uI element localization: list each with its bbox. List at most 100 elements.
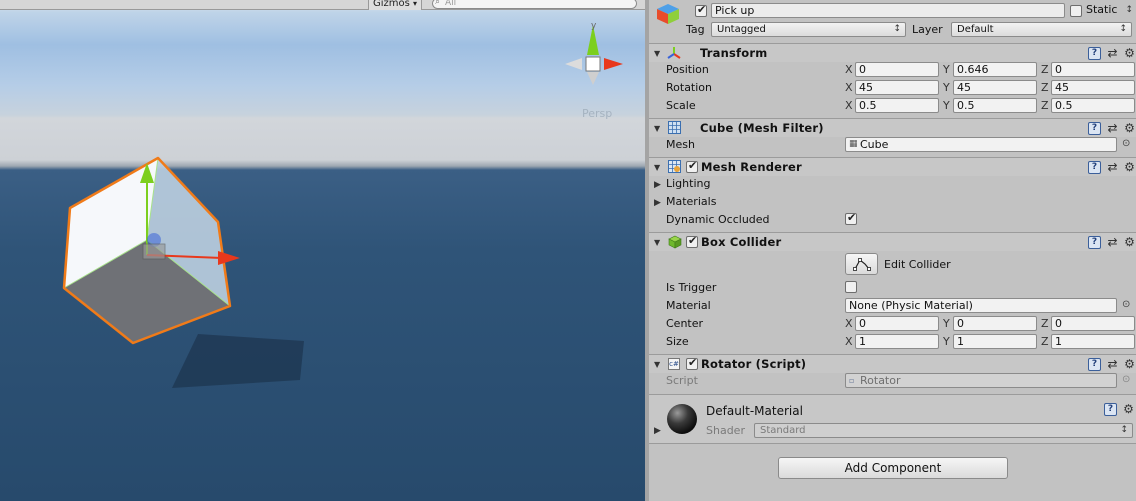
mesh-grid-icon: ▦ [849, 139, 858, 149]
help-icon[interactable]: ? [1088, 47, 1101, 60]
preset-icon[interactable]: ⇄ [1106, 161, 1119, 174]
scene-search-input[interactable]: All [432, 0, 637, 9]
position-z-field[interactable]: 0 [1051, 62, 1135, 77]
mesh-field[interactable]: ▦ Cube [845, 137, 1117, 152]
axis-y-label[interactable]: Y [943, 317, 950, 330]
box-collider-icon [668, 235, 682, 249]
gizmos-dropdown[interactable]: Gizmos ▾ [368, 0, 423, 10]
axis-x-label[interactable]: X [845, 99, 853, 112]
foldout-closed-icon[interactable]: ▶ [654, 180, 661, 190]
transform-icon [667, 47, 681, 59]
center-y-value: 0 [957, 317, 964, 330]
gameobject-active-checkbox[interactable] [695, 3, 707, 17]
axis-z-label[interactable]: Z [1041, 63, 1049, 76]
foldout-closed-icon[interactable]: ▶ [654, 198, 661, 208]
box-collider-header[interactable]: ▼ Box Collider ? ⇄ ⚙ [649, 232, 1136, 251]
scale-z-field[interactable]: 0.5 [1051, 98, 1135, 113]
help-icon[interactable]: ? [1088, 122, 1101, 135]
gizmo-x-arrow[interactable] [218, 251, 240, 265]
axis-y-label[interactable]: Y [943, 335, 950, 348]
edit-collider-label[interactable]: Edit Collider [884, 258, 951, 271]
orientation-gizmo[interactable] [565, 25, 623, 85]
foldout-open-icon[interactable]: ▼ [654, 124, 660, 133]
gear-icon[interactable]: ⚙ [1123, 236, 1136, 249]
transform-header[interactable]: ▼ Transform ? ⇄ ⚙ [649, 43, 1136, 62]
object-picker-icon[interactable]: ⊙ [1122, 138, 1130, 149]
help-icon[interactable]: ? [1088, 358, 1101, 371]
add-component-button[interactable]: Add Component [778, 457, 1008, 479]
gear-icon[interactable]: ⚙ [1123, 47, 1136, 60]
size-label[interactable]: Size [666, 335, 689, 348]
gear-icon[interactable]: ⚙ [1123, 122, 1136, 135]
layer-dropdown[interactable]: Default [951, 22, 1132, 37]
axis-x-label[interactable]: X [845, 317, 853, 330]
mesh-filter-header[interactable]: ▼ Cube (Mesh Filter) ? ⇄ ⚙ [649, 118, 1136, 137]
scale-y-field[interactable]: 0.5 [953, 98, 1037, 113]
size-z-field[interactable]: 1 [1051, 334, 1135, 349]
preset-icon[interactable]: ⇄ [1106, 236, 1119, 249]
static-dropdown[interactable] [1125, 4, 1136, 19]
size-x-field[interactable]: 1 [855, 334, 939, 349]
gear-icon[interactable]: ⚙ [1123, 161, 1136, 174]
scene-view[interactable]: Gizmos ▾ All y Persp [0, 0, 645, 501]
scale-label[interactable]: Scale [666, 99, 696, 112]
center-x-field[interactable]: 0 [855, 316, 939, 331]
axis-x-label[interactable]: X [845, 81, 853, 94]
axis-y-label[interactable]: Y [943, 63, 950, 76]
static-checkbox[interactable] [1070, 5, 1082, 17]
is-trigger-checkbox[interactable] [845, 281, 857, 293]
foldout-closed-icon[interactable]: ▶ [654, 426, 661, 436]
axis-x-label[interactable]: X [845, 63, 853, 76]
help-icon[interactable]: ? [1088, 161, 1101, 174]
object-picker-icon[interactable]: ⊙ [1122, 299, 1130, 310]
preset-icon[interactable]: ⇄ [1106, 122, 1119, 135]
rotator-script-header[interactable]: ▼ c# Rotator (Script) ? ⇄ ⚙ [649, 354, 1136, 373]
dynamic-occluded-checkbox[interactable] [845, 211, 857, 225]
preset-icon[interactable]: ⇄ [1106, 47, 1119, 60]
scale-x-field[interactable]: 0.5 [855, 98, 939, 113]
edit-collider-button[interactable] [845, 253, 878, 275]
rotation-label[interactable]: Rotation [666, 81, 712, 94]
gameobject-name-field[interactable]: Pick up [711, 3, 1065, 18]
foldout-open-icon[interactable]: ▼ [654, 163, 660, 172]
axis-z-label[interactable]: Z [1041, 81, 1049, 94]
rotation-x-field[interactable]: 45 [855, 80, 939, 95]
box-collider-enabled-checkbox[interactable] [686, 234, 698, 248]
center-label[interactable]: Center [666, 317, 703, 330]
position-y-field[interactable]: 0.646 [953, 62, 1037, 77]
rotation-y-field[interactable]: 45 [953, 80, 1037, 95]
mesh-renderer-enabled-checkbox[interactable] [686, 159, 698, 173]
foldout-open-icon[interactable]: ▼ [654, 238, 660, 247]
foldout-open-icon[interactable]: ▼ [654, 49, 660, 58]
position-label[interactable]: Position [666, 63, 709, 76]
position-x-field[interactable]: 0 [855, 62, 939, 77]
axis-y-label[interactable]: Y [943, 81, 950, 94]
collider-material-field[interactable]: None (Physic Material) [845, 298, 1117, 313]
help-icon[interactable]: ? [1104, 403, 1117, 416]
size-y-field[interactable]: 1 [953, 334, 1037, 349]
lighting-foldout[interactable]: Lighting [666, 177, 710, 190]
axis-z-label[interactable]: Z [1041, 99, 1049, 112]
center-z-field[interactable]: 0 [1051, 316, 1135, 331]
foldout-open-icon[interactable]: ▼ [654, 360, 660, 369]
gizmo-center-handle[interactable] [142, 243, 166, 260]
mesh-renderer-header[interactable]: ▼ Mesh Renderer ? ⇄ ⚙ [649, 157, 1136, 176]
axis-y-label[interactable]: Y [943, 99, 950, 112]
axis-x-label[interactable]: X [845, 335, 853, 348]
scene-canvas[interactable] [0, 0, 645, 501]
gear-icon[interactable]: ⚙ [1122, 403, 1135, 416]
persp-label[interactable]: Persp [582, 107, 612, 120]
rotator-enabled-checkbox[interactable] [686, 356, 698, 370]
center-y-field[interactable]: 0 [953, 316, 1037, 331]
gameobject-name-value: Pick up [715, 4, 755, 17]
tag-dropdown[interactable]: Untagged [711, 22, 906, 37]
shader-dropdown[interactable]: Standard [754, 423, 1133, 438]
gear-icon[interactable]: ⚙ [1123, 358, 1136, 371]
axis-z-label[interactable]: Z [1041, 335, 1049, 348]
help-icon[interactable]: ? [1088, 236, 1101, 249]
axis-z-label[interactable]: Z [1041, 317, 1049, 330]
rotation-z-field[interactable]: 45 [1051, 80, 1135, 95]
scene-search-placeholder: All [445, 0, 457, 8]
materials-foldout[interactable]: Materials [666, 195, 716, 208]
preset-icon[interactable]: ⇄ [1106, 358, 1119, 371]
